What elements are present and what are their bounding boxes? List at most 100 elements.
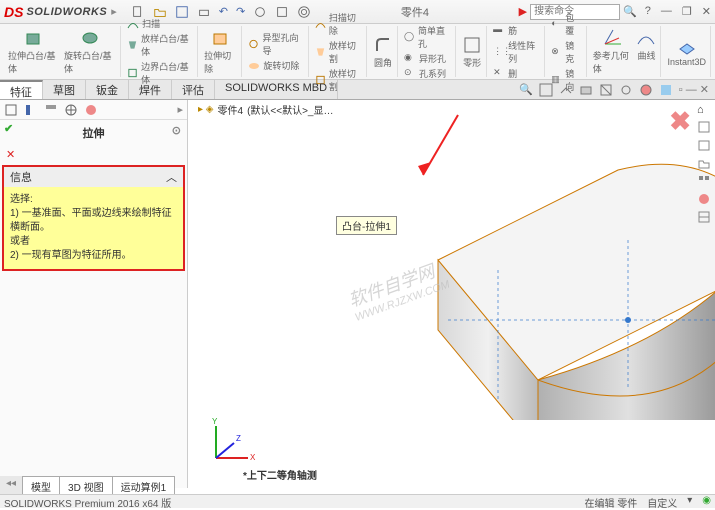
sweep-cut-button[interactable]: 扫描切除 (315, 11, 362, 37)
ok-icon[interactable]: ✔ (4, 122, 13, 135)
rib-button[interactable]: ▬筋 (493, 24, 540, 37)
collapse-icon[interactable]: ▫ — ✕ (679, 83, 709, 96)
undo-icon[interactable]: ↶ (219, 5, 228, 18)
print-icon[interactable] (197, 5, 211, 19)
zoom-fit-icon[interactable] (539, 83, 553, 97)
app-logo: DS SOLIDWORKS (4, 4, 107, 20)
taskpane-resources-icon[interactable] (697, 120, 711, 134)
collapse-chevron-icon[interactable]: ︿ (166, 169, 177, 185)
section-view-icon[interactable] (599, 83, 613, 97)
tab-sheetmetal[interactable]: 钣金 (86, 80, 129, 99)
close-viewport-icon[interactable]: ✖ (669, 106, 691, 137)
orientation-label: *上下二等角轴测 (243, 467, 317, 482)
tab-motion-study[interactable]: 运动算例1 (112, 476, 176, 494)
status-expand-icon[interactable]: ◉ (702, 495, 711, 508)
redo-icon[interactable]: ↷ (236, 5, 245, 18)
select-icon[interactable] (253, 5, 267, 19)
chevron-right-icon[interactable]: ▸ (111, 5, 117, 18)
tab-feature[interactable]: 特征 (0, 80, 43, 99)
close-icon[interactable]: ✕ (702, 5, 711, 18)
taskpane-home-icon[interactable]: ⌂ (697, 104, 713, 116)
curves-button[interactable]: 曲线 (636, 28, 656, 75)
ref-geometry-button[interactable]: 参考几何体 (593, 28, 633, 75)
intersect-button[interactable]: ⊗镜克 (551, 39, 582, 65)
view-triad[interactable]: Y X Z (206, 418, 256, 468)
search-toggle-icon[interactable]: ▶ (519, 5, 527, 18)
panel-title: ✔ 拉伸 ⊙ (0, 120, 187, 146)
property-manager-icon[interactable] (24, 103, 38, 117)
help-icon[interactable]: ? (645, 5, 651, 18)
minimize-icon[interactable]: — (661, 5, 672, 18)
cancel-button[interactable]: ✕ (0, 146, 187, 163)
extrude-cut-button[interactable]: 拉伸切除 (204, 28, 237, 75)
taskpane-file-explorer-icon[interactable] (697, 156, 711, 170)
taskpane-appearances-icon[interactable] (697, 192, 711, 206)
simple-hole-button[interactable]: ◯简单直孔 (404, 24, 451, 50)
status-custom[interactable]: 自定义 (647, 495, 677, 508)
fillet-button[interactable]: 圆角 (373, 35, 393, 69)
feature-tree-icon[interactable] (4, 103, 18, 117)
hole-wizard-button[interactable]: 异型孔向导 (248, 31, 303, 57)
status-editing: 在编辑 零件 (584, 495, 637, 508)
revolve-cut-button[interactable]: 旋转切除 (248, 59, 303, 72)
solidworks-logo-icon: DS (4, 4, 23, 20)
task-pane: ⌂ (695, 100, 715, 228)
property-manager: ▸ ✔ 拉伸 ⊙ ✕ 信息 ︿ 选择: 1) 一基准面、平面或边线来绘制特征横断… (0, 100, 188, 488)
main-area: ▸ ✔ 拉伸 ⊙ ✕ 信息 ︿ 选择: 1) 一基准面、平面或边线来绘制特征横断… (0, 100, 715, 488)
hole-series-button[interactable]: ⊙孔系列 (404, 67, 451, 80)
taskpane-custom-props-icon[interactable] (697, 210, 711, 224)
tab-evaluate[interactable]: 评估 (172, 80, 215, 99)
info-body: 选择: 1) 一基准面、平面或边线来绘制特征横断面。 或者 2) 一现有草图为特… (4, 187, 183, 269)
taskpane-view-palette-icon[interactable] (697, 174, 711, 188)
extrude-boss-button[interactable]: 拉伸凸台/基体 (8, 28, 60, 75)
graphics-viewport[interactable]: ▸ ◈ 零件4 (默认<<默认>_显… ✖ (188, 100, 715, 488)
delete-button[interactable]: ✕删 (493, 67, 540, 80)
shell-button[interactable]: 零形 (462, 35, 482, 69)
status-version: SOLIDWORKS Premium 2016 x64 版 (4, 495, 171, 508)
view-toolbar: 🔍 ▫ — ✕ (519, 80, 715, 99)
panel-tabs: ▸ (0, 100, 187, 120)
breadcrumb[interactable]: ▸ ◈ 零件4 (默认<<默认>_显… (198, 102, 333, 117)
linear-pattern-button[interactable]: ⋮⋮线性阵列 (493, 39, 540, 65)
feature-tooltip: 凸台-拉伸1 (336, 216, 397, 235)
status-units-icon[interactable]: ▾ (687, 495, 692, 508)
tab-nav-prev-icon[interactable]: ◂◂ (0, 476, 22, 494)
loft-button[interactable]: 放样凸台/基体 (127, 32, 193, 58)
part-icon: ▸ ◈ (198, 104, 214, 115)
info-section: 信息 ︿ 选择: 1) 一基准面、平面或边线来绘制特征横断面。 或者 2) 一现… (2, 165, 185, 271)
revolve-boss-button[interactable]: 旋转凸台/基体 (64, 28, 116, 75)
advanced-hole-button[interactable]: ◉异形孔 (404, 52, 451, 65)
instant3d-button[interactable]: Instant3D (667, 36, 706, 67)
info-header[interactable]: 信息 ︿ (4, 167, 183, 187)
restore-icon[interactable]: ❐ (682, 5, 692, 18)
pin-icon[interactable]: ⊙ (172, 124, 181, 137)
zoom-icon[interactable]: 🔍 (519, 83, 533, 96)
tab-3dview[interactable]: 3D 视图 (59, 476, 113, 494)
loft-cut-button[interactable]: 放样切割 (315, 39, 362, 65)
hide-show-icon[interactable] (619, 83, 633, 97)
wrap-button[interactable]: ◐包覆 (551, 11, 582, 37)
tab-weldment[interactable]: 焊件 (129, 80, 172, 99)
annotation-arrow (413, 110, 463, 190)
taskpane-design-lib-icon[interactable] (697, 138, 711, 152)
tab-mbd[interactable]: SOLIDWORKS MBD (215, 80, 338, 99)
scene-icon[interactable] (659, 83, 673, 97)
tab-model[interactable]: 模型 (22, 476, 60, 494)
options-icon[interactable] (297, 5, 311, 19)
app-name: SOLIDWORKS (26, 6, 107, 18)
rebuild-icon[interactable] (275, 5, 289, 19)
tab-sketch[interactable]: 草图 (43, 80, 86, 99)
appearance-icon[interactable] (639, 83, 653, 97)
window-controls: ? — ❐ ✕ (645, 5, 711, 18)
dimxpert-icon[interactable] (64, 103, 78, 117)
ribbon: 拉伸凸台/基体 旋转凸台/基体 扫描 放样凸台/基体 边界凸台/基体 拉伸切除 … (0, 24, 715, 80)
sweep-button[interactable]: 扫描 (127, 17, 193, 30)
document-tabs: ◂◂ 模型 3D 视图 运动算例1 (0, 476, 174, 494)
display-style-icon[interactable] (579, 83, 593, 97)
panel-expand-icon[interactable]: ▸ (177, 103, 183, 116)
status-bar: SOLIDWORKS Premium 2016 x64 版 在编辑 零件 自定义… (0, 494, 715, 508)
display-manager-icon[interactable] (84, 103, 98, 117)
search-icon[interactable]: 🔍 (623, 5, 637, 18)
view-orientation-icon[interactable] (559, 83, 573, 97)
config-manager-icon[interactable] (44, 103, 58, 117)
